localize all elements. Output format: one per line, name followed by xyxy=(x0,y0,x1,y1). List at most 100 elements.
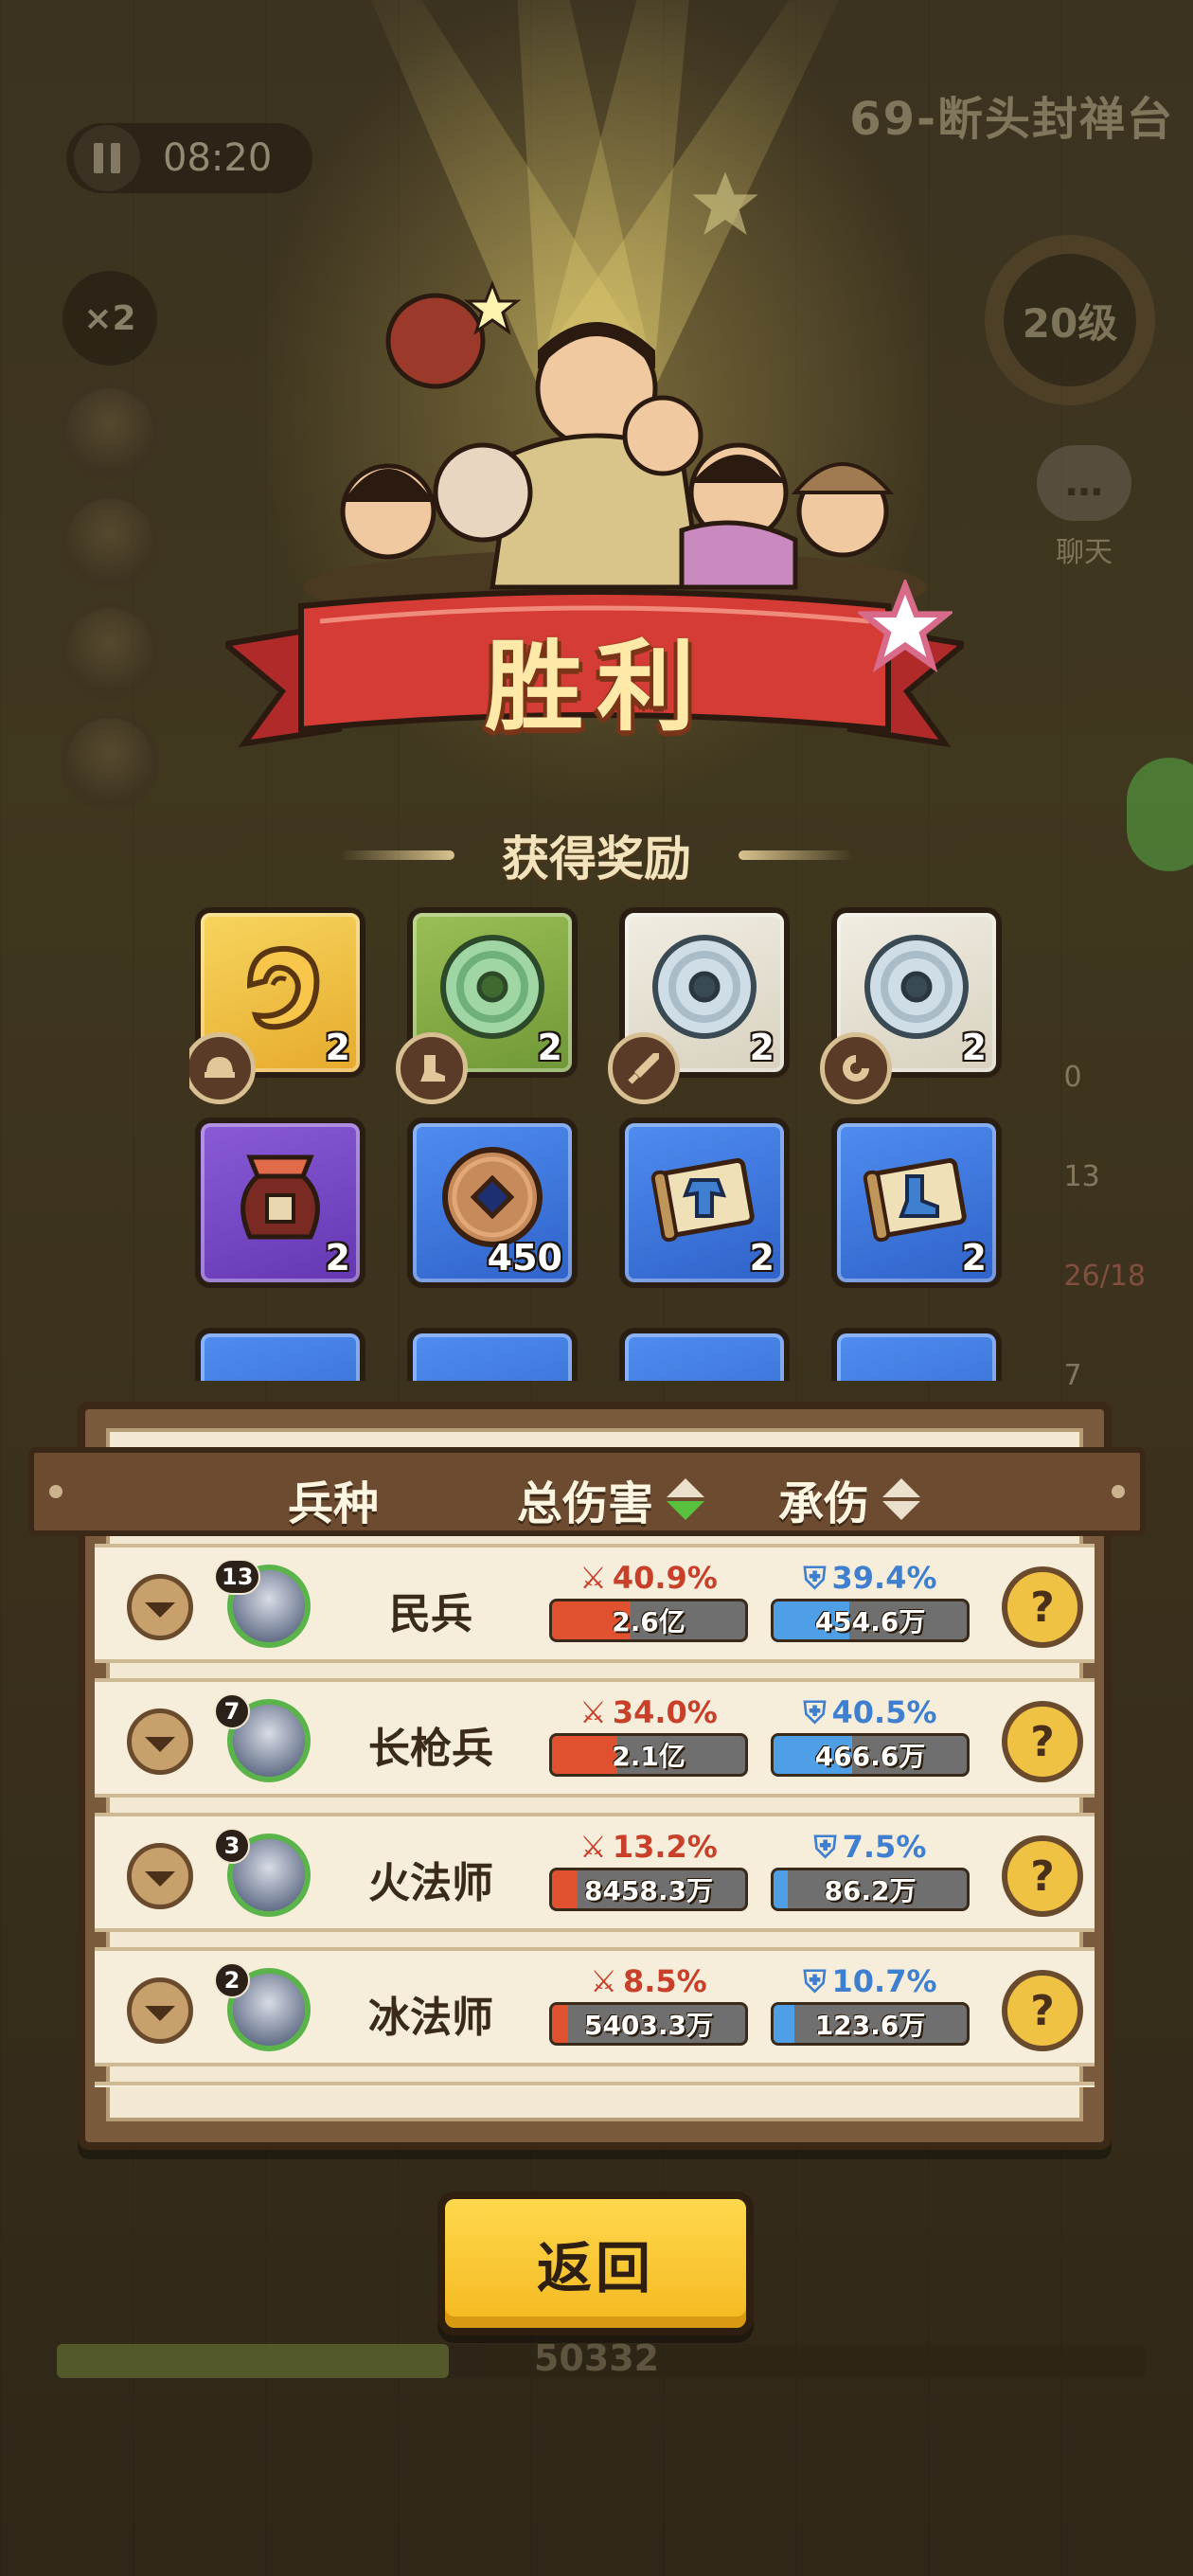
side-stats: 0 13 26/18 7 xyxy=(1064,1061,1146,1458)
table-row[interactable]: 13 民兵 ⚔ 40.9% 2.6亿 ⛨ 39.4% 454.6万 ? xyxy=(95,1544,1095,1663)
star-icon xyxy=(692,171,758,235)
help-button[interactable]: ? xyxy=(1002,1701,1083,1782)
victory-title: 胜利 xyxy=(484,629,708,744)
rewards-grid[interactable]: 2 2 2 2 2 450 2 2 xyxy=(189,907,1004,1381)
reward-item[interactable]: 2 xyxy=(820,907,1002,1104)
taken-value: 86.2万 xyxy=(824,1875,917,1906)
reward-count: 2 xyxy=(537,1027,562,1068)
taken-percent: 40.5% xyxy=(831,1694,937,1730)
damage-bar: 2.6亿 xyxy=(549,1599,748,1642)
reward-item[interactable]: 2 xyxy=(831,1118,1002,1288)
help-button[interactable]: ? xyxy=(1002,1566,1083,1648)
taken-value: 466.6万 xyxy=(814,1741,926,1772)
reward-item[interactable]: 2 xyxy=(189,907,365,1104)
damage-bar: 5403.3万 xyxy=(549,2002,748,2046)
table-row[interactable]: 2 ⚔2.4% ⛨1.4% ? xyxy=(95,2082,1095,2087)
side-stat-1: 0 xyxy=(1063,1061,1082,1094)
hero-slot-2[interactable] xyxy=(61,492,159,591)
reward-item[interactable] xyxy=(619,1328,790,1381)
damage-stat: ⚔ 40.9% 2.6亿 xyxy=(549,1557,748,1642)
reward-item[interactable] xyxy=(195,1328,365,1381)
reward-count: 2 xyxy=(961,1027,987,1068)
chat-icon: … xyxy=(1037,445,1131,521)
reward-item[interactable] xyxy=(831,1328,1002,1381)
help-button[interactable]: ? xyxy=(1002,1970,1083,2051)
chat-button[interactable]: … 聊天 xyxy=(1023,445,1146,570)
sort-arrows-icon[interactable] xyxy=(667,1478,705,1520)
damage-percent: 34.0% xyxy=(612,1694,718,1730)
level-title: 69-断头封禅台 xyxy=(849,93,1174,146)
damage-bar: 8458.3万 xyxy=(549,1868,748,1911)
damage-value: 2.6亿 xyxy=(612,1606,686,1637)
pause-button[interactable] xyxy=(74,125,140,191)
damage-value: 2.1亿 xyxy=(612,1741,686,1772)
armor-scroll-icon xyxy=(650,1157,755,1243)
taken-percent: 39.4% xyxy=(831,1560,937,1596)
helmet-icon xyxy=(189,1032,256,1104)
victory-heroes-illustration xyxy=(303,293,928,616)
chat-label: 聊天 xyxy=(1056,536,1113,569)
col-damage-label: 总伤害 xyxy=(517,1477,654,1530)
reward-count: 2 xyxy=(325,1027,350,1068)
damage-value: 8458.3万 xyxy=(583,1875,714,1906)
reward-item[interactable]: 450 xyxy=(407,1118,578,1288)
damage-stat: ⚔ 8.5% 5403.3万 xyxy=(549,1960,748,2046)
expand-button[interactable] xyxy=(127,1708,193,1775)
taken-value: 454.6万 xyxy=(814,1606,926,1637)
reward-count: 2 xyxy=(749,1237,775,1279)
unit-name: 火法师 xyxy=(368,1859,493,1907)
reward-item[interactable]: 2 xyxy=(619,1118,790,1288)
side-stat-2: 13 xyxy=(1063,1160,1100,1193)
silver-disc-icon xyxy=(652,935,757,1039)
ornament-left xyxy=(341,850,454,860)
damage-bar: 2.1亿 xyxy=(549,1733,748,1777)
hero-slot-1[interactable] xyxy=(61,383,159,481)
battle-stats-panel: 兵种 总伤害 承伤 13 民兵 ⚔ 40.9% 2.6亿 ⛨ 39.4% 454… xyxy=(28,1402,1146,2150)
sword-icon: ⚔ xyxy=(579,1560,607,1596)
taken-bar: 454.6万 xyxy=(771,1599,970,1642)
player-level-ring[interactable]: 20级 xyxy=(985,235,1155,405)
stats-rows[interactable]: 13 民兵 ⚔ 40.9% 2.6亿 ⛨ 39.4% 454.6万 ? 7 长枪… xyxy=(95,1538,1095,2087)
return-button[interactable]: 返回 xyxy=(437,2191,754,2335)
damage-stat: ⚔ 34.0% 2.1亿 xyxy=(549,1691,748,1777)
table-row[interactable]: 2 冰法师 ⚔ 8.5% 5403.3万 ⛨ 10.7% 123.6万 ? xyxy=(95,1947,1095,2066)
expand-button[interactable] xyxy=(127,1977,193,2044)
taken-bar: 123.6万 xyxy=(771,2002,970,2046)
reward-count: 2 xyxy=(961,1237,987,1279)
expand-button[interactable] xyxy=(127,1843,193,1909)
shield-icon: ⛨ xyxy=(813,1828,837,1865)
reward-item[interactable]: 2 xyxy=(195,1118,365,1288)
rewards-title: 获得奖励 xyxy=(502,832,691,886)
unit-name: 民兵 xyxy=(389,1590,472,1638)
timer-pill: 08:20 xyxy=(66,123,312,193)
taken-percent: 7.5% xyxy=(842,1829,927,1865)
col-unit-header: 兵种 xyxy=(288,1466,379,1532)
side-stat-3: 26/18 xyxy=(1063,1260,1146,1293)
table-row[interactable]: 3 火法师 ⚔ 13.2% 8458.3万 ⛨ 7.5% 86.2万 ? xyxy=(95,1813,1095,1932)
speed-button[interactable]: ×2 xyxy=(62,271,157,366)
damage-percent: 40.9% xyxy=(612,1560,718,1596)
unit-level-badge: 2 xyxy=(214,1962,250,1998)
unit-level-badge: 3 xyxy=(214,1828,250,1864)
reward-item[interactable]: 2 xyxy=(608,907,790,1104)
reward-count: 2 xyxy=(749,1027,775,1068)
unit-name: 长枪兵 xyxy=(368,1725,493,1773)
table-row[interactable]: 7 长枪兵 ⚔ 34.0% 2.1亿 ⛨ 40.5% 466.6万 ? xyxy=(95,1678,1095,1798)
col-taken-header[interactable]: 承伤 xyxy=(778,1466,921,1532)
timer-text: 08:20 xyxy=(163,136,273,180)
boot-icon xyxy=(396,1032,468,1104)
damage-value: 5403.3万 xyxy=(583,2010,714,2041)
sword-icon: ⚔ xyxy=(579,1829,607,1865)
taken-value: 123.6万 xyxy=(814,2010,926,2041)
expand-button[interactable] xyxy=(127,1574,193,1640)
help-button[interactable]: ? xyxy=(1002,1835,1083,1917)
reward-item[interactable] xyxy=(407,1328,578,1381)
sort-arrows-icon[interactable] xyxy=(882,1478,921,1520)
shield-icon: ⛨ xyxy=(803,1693,827,1730)
reward-item[interactable]: 2 xyxy=(396,907,578,1104)
silver-disc-icon xyxy=(864,935,969,1039)
swirl-icon xyxy=(820,1032,892,1104)
col-damage-header[interactable]: 总伤害 xyxy=(517,1466,705,1532)
damage-percent: 13.2% xyxy=(612,1829,718,1865)
damage-percent: 8.5% xyxy=(622,1963,707,1999)
